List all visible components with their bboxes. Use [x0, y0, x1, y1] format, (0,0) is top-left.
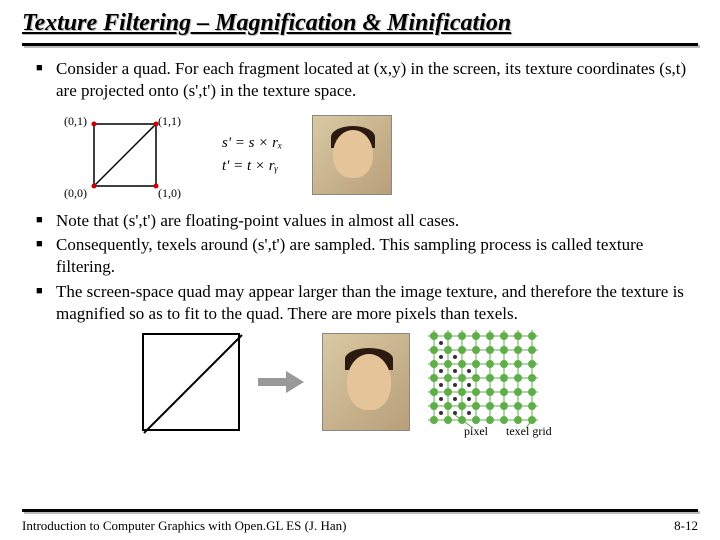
bullet-item: Note that (s',t') are floating-point val… — [36, 210, 698, 232]
figure-row-2: pixel texel grid — [142, 330, 698, 434]
coord-label: (1,1) — [158, 114, 181, 129]
formula-block: s' = s × rₓ t' = t × rᵧ — [222, 132, 282, 177]
title-rule — [22, 43, 698, 46]
coord-label: (0,0) — [64, 186, 87, 201]
texture-coord-quad: (0,1) (1,1) (0,0) (1,0) — [62, 110, 192, 200]
pixel-label: pixel — [464, 424, 488, 439]
bullet-item: Consider a quad. For each fragment locat… — [36, 58, 698, 102]
texture-image-sample — [312, 115, 392, 195]
bullet-list-top: Consider a quad. For each fragment locat… — [22, 58, 698, 102]
bullet-item: Consequently, texels around (s',t') are … — [36, 234, 698, 278]
footer-rule — [22, 509, 698, 512]
formula-line: t' = t × rᵧ — [222, 155, 282, 178]
arrow-icon — [258, 373, 304, 391]
figure-row-1: (0,1) (1,1) (0,0) (1,0) s' = s × rₓ t' =… — [62, 110, 698, 200]
footer: Introduction to Computer Graphics with O… — [22, 518, 698, 534]
screen-quad — [142, 333, 240, 431]
coord-label: (1,0) — [158, 186, 181, 201]
texel-grid-label: texel grid — [506, 424, 552, 439]
coord-label: (0,1) — [64, 114, 87, 129]
quad-diag-svg — [142, 333, 244, 435]
magnified-texture-image — [322, 333, 410, 431]
texel-grid-figure: pixel texel grid — [428, 330, 548, 434]
formula-line: s' = s × rₓ — [222, 132, 282, 155]
page-number: 8-12 — [674, 518, 698, 534]
footer-text: Introduction to Computer Graphics with O… — [22, 518, 346, 534]
page-title: Texture Filtering – Magnification & Mini… — [22, 10, 698, 37]
bullet-list-bottom: Note that (s',t') are floating-point val… — [22, 210, 698, 325]
bullet-item: The screen-space quad may appear larger … — [36, 281, 698, 325]
